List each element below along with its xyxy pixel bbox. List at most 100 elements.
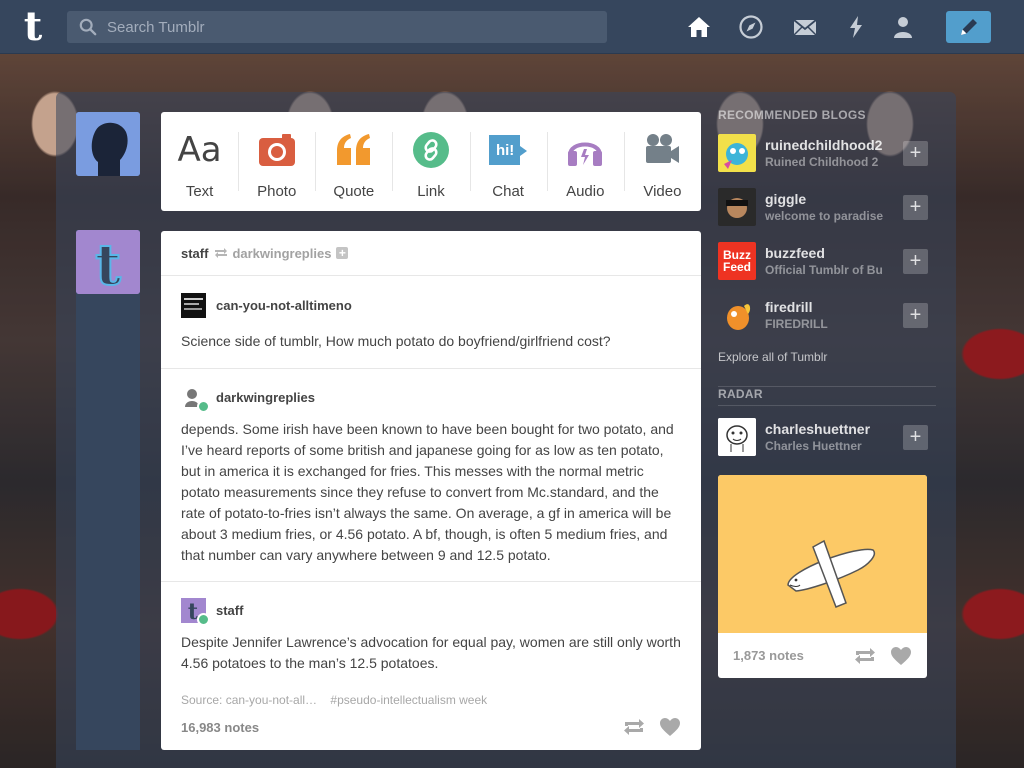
post-type-photo[interactable]: Photo — [238, 112, 315, 211]
activity-icon[interactable] — [843, 14, 869, 40]
silhouette-icon — [76, 112, 140, 176]
post-type-label: Link — [417, 183, 445, 200]
follow-button[interactable]: + — [903, 195, 928, 220]
search-box[interactable] — [67, 11, 607, 43]
post-type-video[interactable]: Video — [623, 112, 701, 211]
blog-name: charleshuettner — [765, 421, 871, 437]
staff-avatar[interactable]: t — [76, 230, 140, 294]
recommended-blogs-heading: RECOMMENDED BLOGS — [718, 108, 866, 122]
post-author-link[interactable]: staff — [181, 246, 208, 261]
radar-footer: 1,873 notes — [718, 633, 927, 678]
divider — [718, 405, 936, 406]
headphones-icon — [565, 130, 605, 170]
quote-icon — [334, 130, 374, 170]
trail-text: Science side of tumblr, How much potato … — [181, 333, 611, 349]
reblog-badge-icon — [197, 399, 210, 413]
follow-button[interactable]: + — [903, 141, 928, 166]
blog-avatar[interactable] — [718, 418, 756, 456]
search-icon — [79, 18, 97, 36]
search-input[interactable] — [107, 18, 587, 36]
recommended-blog[interactable]: Buzz Feed buzzfeed Official Tumblr of Bu… — [718, 234, 936, 288]
reblog-icon[interactable] — [854, 647, 876, 665]
post-type-audio[interactable]: Audio — [546, 112, 624, 211]
sidebar: RECOMMENDED BLOGS ruinedchildhood2 Ruine… — [718, 108, 936, 464]
user-thumbnail[interactable] — [181, 292, 206, 318]
post-card: staff darkwingreplies + can-you-not-allt… — [161, 231, 701, 750]
blog-name: firedrill — [765, 299, 813, 315]
recommended-blog[interactable]: ruinedchildhood2 Ruined Childhood 2 + — [718, 126, 936, 180]
post-type-text[interactable]: Aa Text — [161, 112, 238, 211]
explore-link[interactable]: Explore all of Tumblr — [718, 350, 936, 364]
post-type-label: Quote — [333, 183, 375, 200]
buzzfeed-logo[interactable]: Buzz Feed — [718, 242, 756, 280]
blog-name: giggle — [765, 191, 807, 207]
blog-title: Official Tumblr of Bu — [765, 263, 883, 277]
trail-item: can-you-not-alltimeno Science side of tu… — [161, 276, 701, 369]
user-avatar[interactable] — [76, 112, 140, 176]
post-type-label: Audio — [566, 183, 605, 200]
airplane-drawing — [718, 475, 927, 633]
user-thumbnail[interactable] — [181, 384, 210, 413]
post-type-label: Text — [185, 183, 214, 200]
post-footer: 16,983 notes — [161, 704, 701, 750]
account-icon[interactable] — [890, 14, 916, 40]
trail-item: t staff Despite Jennifer Lawrence’s advo… — [161, 582, 701, 689]
blog-title: welcome to paradise — [765, 209, 884, 223]
blog-title: FIREDRILL — [765, 317, 828, 331]
inbox-icon[interactable] — [792, 14, 818, 40]
like-heart-icon[interactable] — [890, 646, 912, 666]
trail-username[interactable]: can-you-not-alltimeno — [216, 298, 352, 313]
link-icon — [411, 130, 451, 170]
radar-image[interactable] — [718, 475, 927, 633]
notes-count[interactable]: 1,873 notes — [733, 648, 804, 663]
post-type-link[interactable]: Link — [392, 112, 469, 211]
svg-text:t: t — [95, 232, 121, 294]
video-camera-icon — [642, 130, 682, 170]
reblog-icon[interactable] — [623, 718, 645, 736]
compose-button[interactable] — [946, 11, 991, 43]
trail-text: Despite Jennifer Lawrence’s advocation f… — [181, 634, 681, 671]
home-icon[interactable] — [686, 14, 712, 40]
text-icon: Aa — [177, 130, 222, 170]
radar-heading: RADAR — [718, 387, 763, 401]
reblog-small-icon — [215, 248, 228, 258]
follow-plus-icon[interactable]: + — [336, 247, 349, 259]
radar-post: 1,873 notes — [718, 475, 927, 678]
post-type-label: Chat — [492, 183, 524, 200]
blog-title: Charles Huettner — [765, 439, 862, 453]
blog-name: ruinedchildhood2 — [765, 137, 883, 153]
pencil-icon — [960, 19, 977, 35]
radar-blog[interactable]: charleshuettner Charles Huettner + — [718, 410, 936, 464]
post-type-label: Photo — [257, 183, 297, 200]
user-thumbnail[interactable]: t — [181, 597, 210, 626]
post-type-bar: Aa Text Photo Quote Link hi! Chat Audio … — [161, 112, 701, 211]
notes-count[interactable]: 16,983 notes — [181, 720, 259, 735]
blog-name: buzzfeed — [765, 245, 825, 261]
tumblr-logo[interactable]: t — [17, 7, 49, 47]
recommended-blog[interactable]: giggle welcome to paradise + — [718, 180, 936, 234]
recommended-blog[interactable]: firedrill FIREDRILL + — [718, 288, 936, 342]
follow-button[interactable]: + — [903, 425, 928, 450]
trail-item: darkwingreplies depends. Some irish have… — [161, 369, 701, 582]
blog-avatar[interactable] — [718, 296, 756, 334]
camera-icon — [257, 130, 297, 170]
reblog-badge-icon — [197, 612, 210, 626]
follow-button[interactable]: + — [903, 303, 928, 328]
trail-username[interactable]: staff — [216, 603, 243, 618]
blog-avatar[interactable] — [718, 134, 756, 172]
post-avatar-column — [76, 230, 140, 750]
chat-icon: hi! — [488, 130, 528, 170]
trail-text: depends. Some irish have been known to h… — [181, 421, 674, 563]
explore-icon[interactable] — [738, 14, 764, 40]
post-type-label: Video — [643, 183, 682, 200]
tumblr-t-icon: t — [76, 230, 140, 294]
like-heart-icon[interactable] — [659, 717, 681, 737]
top-bar: t — [0, 0, 1024, 54]
post-type-chat[interactable]: hi! Chat — [469, 112, 547, 211]
blog-title: Ruined Childhood 2 — [765, 155, 879, 169]
post-type-quote[interactable]: Quote — [315, 112, 392, 211]
blog-avatar[interactable] — [718, 188, 756, 226]
reblogged-from-link[interactable]: darkwingreplies — [232, 246, 331, 261]
follow-button[interactable]: + — [903, 249, 928, 274]
trail-username[interactable]: darkwingreplies — [216, 390, 315, 405]
